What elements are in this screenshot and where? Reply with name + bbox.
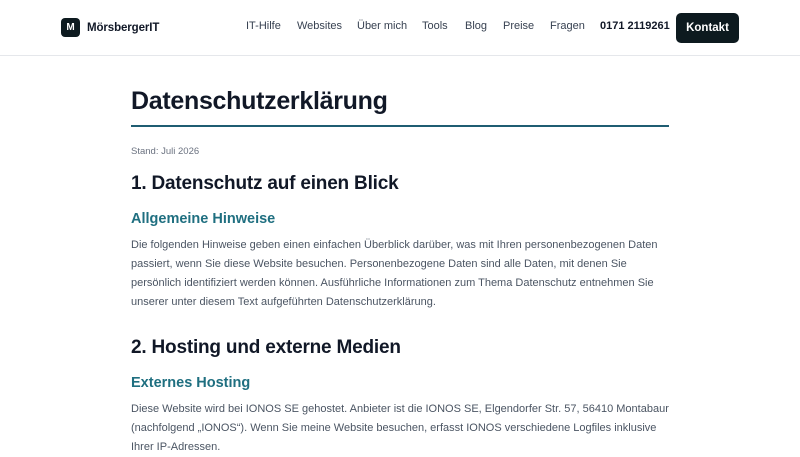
- stand-date: Stand: Juli 2026: [131, 146, 200, 157]
- nav-preise[interactable]: Preise: [503, 20, 534, 32]
- section-subheading-1: Allgemeine Hinweise: [131, 211, 276, 227]
- section-text-1: Die folgenden Hinweise geben einen einfa…: [131, 239, 658, 308]
- nav-websites[interactable]: Websites: [297, 20, 342, 32]
- logo-text: MörsbergerIT: [87, 21, 160, 34]
- nav-ueber-mich[interactable]: Über mich: [357, 20, 407, 32]
- site-header: M MörsbergerIT IT-Hilfe Websites Über mi…: [0, 0, 800, 56]
- nav-tools[interactable]: Tools: [422, 20, 448, 32]
- section-heading-2: 2. Hosting und externe Medien: [131, 337, 401, 358]
- page-title: Datenschutzerklärung: [131, 87, 388, 115]
- phone-link[interactable]: 0171 2119261: [600, 20, 670, 32]
- nav-fragen[interactable]: Fragen: [550, 20, 585, 32]
- logo-mark: M: [61, 18, 80, 37]
- site-logo[interactable]: M MörsbergerIT: [61, 18, 159, 37]
- section-text-2: Diese Website wird bei IONOS SE gehostet…: [131, 403, 669, 453]
- nav-blog[interactable]: Blog: [465, 20, 487, 32]
- title-divider: [131, 125, 669, 127]
- section-heading-1: 1. Datenschutz auf einen Blick: [131, 173, 399, 194]
- section-subheading-2: Externes Hosting: [131, 375, 251, 391]
- nav-it-hilfe[interactable]: IT-Hilfe: [246, 20, 281, 32]
- contact-button[interactable]: Kontakt: [676, 13, 739, 43]
